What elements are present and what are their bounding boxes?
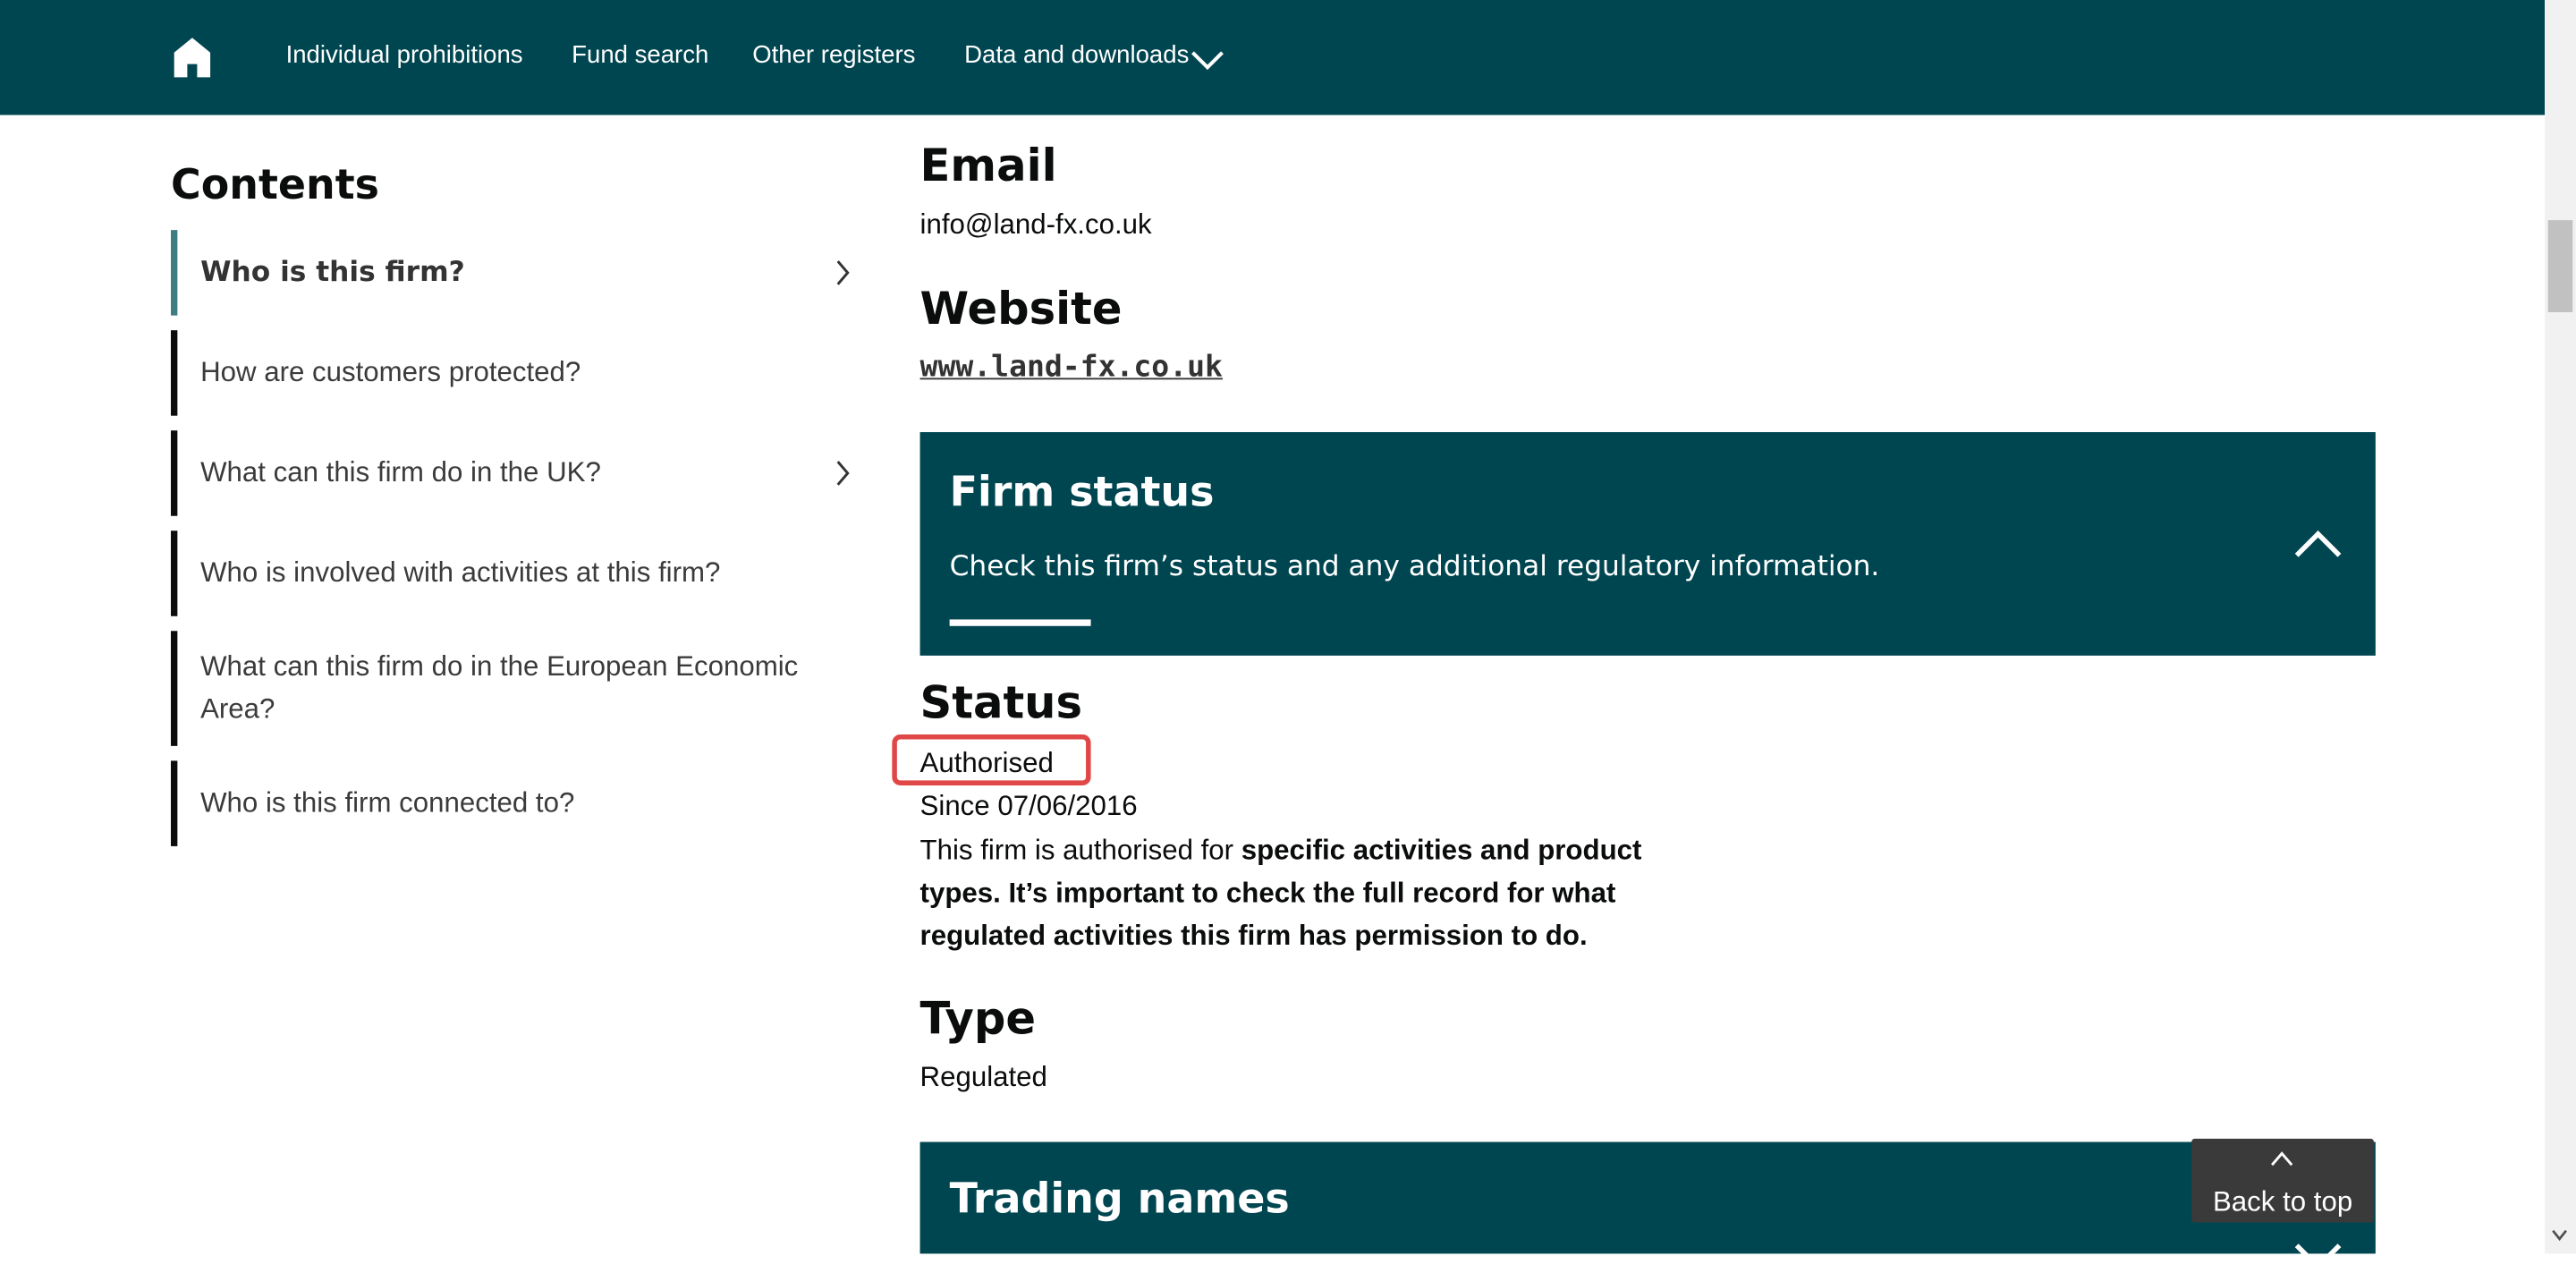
toc-item-customers-protected[interactable]: How are customers protected? [171, 330, 868, 416]
scroll-down-arrow-icon[interactable] [2551, 1229, 2568, 1243]
toc-item-label: How are customers protected? [200, 356, 581, 388]
contents-heading: Contents [171, 160, 380, 209]
toc-item-who-is-involved[interactable]: Who is involved with activities at this … [171, 530, 868, 616]
scrollbar-track[interactable] [2545, 0, 2576, 1254]
chevron-right-icon [836, 260, 850, 285]
toc-item-what-can-firm-do-uk[interactable]: What can this firm do in the UK? [171, 430, 868, 516]
chevron-up-icon[interactable] [2293, 528, 2343, 561]
toc-item-label: Who is involved with activities at this … [200, 556, 721, 589]
chevron-down-icon[interactable] [2293, 1241, 2343, 1273]
nav-data-and-downloads[interactable]: Data and downloads [964, 41, 1189, 69]
firm-status-title: Firm status [949, 468, 1215, 516]
email-value: info@land-fx.co.uk [919, 208, 1152, 241]
scrollbar-thumb[interactable] [2547, 220, 2573, 312]
nav-fund-search[interactable]: Fund search [572, 41, 708, 69]
type-value: Regulated [919, 1061, 1047, 1093]
toc-item-label: Who is this firm? [200, 256, 465, 290]
trading-names-panel[interactable]: Trading names [919, 1141, 2376, 1270]
back-to-top-button[interactable]: Back to top [2191, 1138, 2375, 1223]
caret-up-icon [2271, 1151, 2293, 1167]
back-to-top-label: Back to top [2212, 1186, 2353, 1218]
website-link[interactable]: www.land-fx.co.uk [920, 350, 1223, 385]
status-note: This firm is authorised for specific act… [920, 830, 1643, 958]
status-note-intro: This firm is authorised for [919, 835, 1241, 866]
home-icon[interactable] [173, 36, 212, 79]
toc-item-label: Who is this firm connected to? [200, 786, 575, 819]
trading-names-title: Trading names [949, 1175, 1290, 1223]
firm-status-panel[interactable]: Firm status Check this firm’s status and… [919, 432, 2376, 656]
chevron-right-icon [836, 461, 850, 486]
status-heading: Status [919, 678, 1082, 730]
status-highlight-box [892, 734, 1091, 785]
page: Individual prohibitions Fund search Othe… [0, 0, 2576, 1270]
website-heading: Website [919, 284, 1123, 335]
firm-status-subtitle: Check this firm’s status and any additio… [949, 550, 1880, 584]
nav-individual-prohibitions[interactable]: Individual prohibitions [286, 41, 523, 69]
panel-underline [949, 619, 1091, 626]
email-heading: Email [919, 140, 1057, 192]
toc-item-label: What can this firm do in the European Ec… [200, 650, 799, 725]
toc-item-connected-to[interactable]: Who is this firm connected to? [171, 760, 868, 846]
toc-item-who-is-this-firm[interactable]: Who is this firm? [171, 230, 868, 316]
chevron-down-icon[interactable] [1190, 46, 1225, 72]
top-navigation: Individual prohibitions Fund search Othe… [0, 0, 2546, 115]
nav-other-registers[interactable]: Other registers [752, 41, 915, 69]
toc-item-label: What can this firm do in the UK? [200, 456, 601, 488]
status-since: Since 07/06/2016 [919, 790, 1138, 822]
type-heading: Type [919, 994, 1036, 1046]
toc-item-eea[interactable]: What can this firm do in the European Ec… [171, 631, 868, 746]
